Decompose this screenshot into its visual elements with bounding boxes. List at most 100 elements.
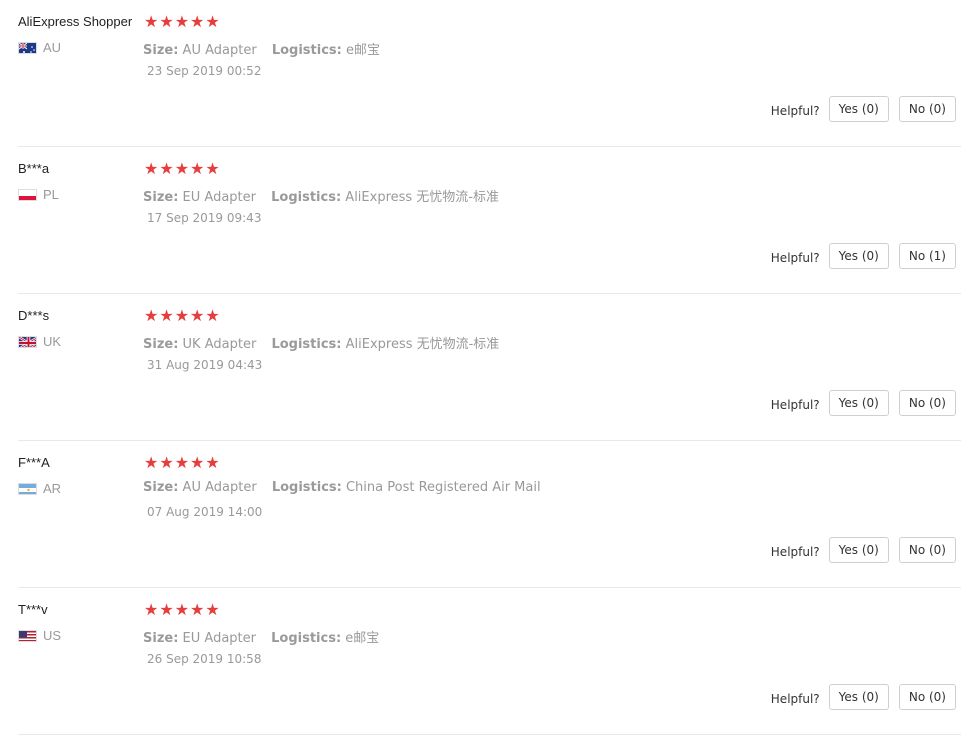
star-rating: ★ ★ ★ ★ ★ xyxy=(144,307,220,325)
review-date: 26 Sep 2019 10:58 xyxy=(147,652,262,666)
helpful-no-button[interactable]: No (0) xyxy=(898,390,956,416)
star-rating: ★ ★ ★ ★ ★ xyxy=(144,601,220,619)
size-value: AU Adapter xyxy=(182,480,257,495)
review-meta: Size: EU Adapter Logistics: e邮宝 xyxy=(143,627,390,646)
country-code: PL xyxy=(43,187,59,202)
helpful-label: Helpful? xyxy=(770,104,820,118)
country-code: US xyxy=(43,628,62,643)
review-list: AliExpress Shopper AU ★ ★ ★ ★ ★ Size: AU Ada… xyxy=(0,0,975,735)
helpful-vote: Helpful? Yes (0) No (1) xyxy=(771,243,956,269)
logistics-value: e邮宝 xyxy=(345,631,380,646)
reviewer-name: D***s xyxy=(18,308,50,323)
review-meta: Size: UK Adapter Logistics: AliExpress 无… xyxy=(143,333,510,352)
star-icon: ★ xyxy=(159,453,174,472)
star-icon: ★ xyxy=(190,12,205,31)
helpful-no-button[interactable]: No (0) xyxy=(898,684,956,710)
size-label: Size: xyxy=(143,43,179,58)
star-icon: ★ xyxy=(174,159,190,178)
reviewer-country: PL xyxy=(18,187,59,202)
logistics-label: Logistics: xyxy=(271,190,342,205)
helpful-yes-button[interactable]: Yes (0) xyxy=(828,390,889,416)
review-meta: Size: AU Adapter Logistics: e邮宝 xyxy=(143,39,391,58)
star-icon: ★ xyxy=(174,12,190,31)
star-rating: ★ ★ ★ ★ ★ xyxy=(144,13,220,31)
review-meta: Size: EU Adapter Logistics: AliExpress 无… xyxy=(143,186,510,205)
star-icon: ★ xyxy=(159,159,174,178)
size-label: Size: xyxy=(143,631,179,646)
reviewer-country: UK xyxy=(18,334,61,349)
star-rating: ★ ★ ★ ★ ★ xyxy=(144,160,220,178)
pl-flag-icon xyxy=(18,188,37,201)
logistics-label: Logistics: xyxy=(271,337,342,352)
star-icon: ★ xyxy=(144,159,159,178)
star-icon: ★ xyxy=(205,453,220,472)
helpful-label: Helpful? xyxy=(770,545,820,559)
star-icon: ★ xyxy=(205,600,220,619)
size-value: EU Adapter xyxy=(182,631,256,646)
logistics-label: Logistics: xyxy=(271,631,342,646)
review-item: F***A AR ★ ★ ★ ★ ★ Size: AU Adapter Logistic… xyxy=(0,441,975,588)
helpful-yes-button[interactable]: Yes (0) xyxy=(828,96,889,122)
star-icon: ★ xyxy=(190,600,205,619)
star-icon: ★ xyxy=(190,453,205,472)
size-label: Size: xyxy=(143,337,179,352)
logistics-value: China Post Registered Air Mail xyxy=(345,480,541,495)
star-icon: ★ xyxy=(159,600,174,619)
country-code: AU xyxy=(43,40,62,55)
reviewer-name: T***v xyxy=(18,602,48,617)
review-date: 31 Aug 2019 04:43 xyxy=(147,358,263,372)
logistics-label: Logistics: xyxy=(271,43,342,58)
reviewer-name: B***a xyxy=(18,161,50,176)
helpful-yes-button[interactable]: Yes (0) xyxy=(828,243,889,269)
helpful-yes-button[interactable]: Yes (0) xyxy=(828,684,889,710)
size-value: UK Adapter xyxy=(182,337,257,352)
helpful-no-button[interactable]: No (0) xyxy=(898,96,956,122)
review-item: B***a PL ★ ★ ★ ★ ★ Size: EU Adapter Logistic… xyxy=(0,147,975,294)
star-icon: ★ xyxy=(159,306,174,325)
helpful-no-button[interactable]: No (1) xyxy=(898,243,956,269)
helpful-yes-button[interactable]: Yes (0) xyxy=(828,537,889,563)
helpful-vote: Helpful? Yes (0) No (0) xyxy=(771,96,956,122)
star-icon: ★ xyxy=(174,306,190,325)
size-label: Size: xyxy=(143,480,179,495)
logistics-value: AliExpress 无忧物流-标准 xyxy=(345,190,499,205)
star-icon: ★ xyxy=(144,306,159,325)
helpful-label: Helpful? xyxy=(770,398,820,412)
size-value: AU Adapter xyxy=(182,43,257,58)
reviewer-country: US xyxy=(18,628,61,643)
review-item: T***v US ★ ★ ★ ★ ★ Size: EU Adapter Logistic… xyxy=(0,588,975,735)
country-code: AR xyxy=(43,481,62,496)
helpful-vote: Helpful? Yes (0) No (0) xyxy=(771,537,956,563)
country-code: UK xyxy=(43,334,62,349)
reviewer-name: AliExpress Shopper xyxy=(18,14,133,29)
star-icon: ★ xyxy=(144,453,159,472)
star-icon: ★ xyxy=(205,12,220,31)
reviewer-name: F***A xyxy=(18,455,50,470)
size-label: Size: xyxy=(143,190,179,205)
review-date: 23 Sep 2019 00:52 xyxy=(147,64,262,78)
logistics-value: AliExpress 无忧物流-标准 xyxy=(345,337,500,352)
star-icon: ★ xyxy=(159,12,174,31)
reviewer-country: AR xyxy=(18,481,61,496)
star-icon: ★ xyxy=(174,453,190,472)
star-icon: ★ xyxy=(190,159,205,178)
reviewer-country: AU xyxy=(18,40,61,55)
review-item: D***s UK ★ ★ ★ ★ ★ Size: UK Adapter Logistic… xyxy=(0,294,975,441)
helpful-label: Helpful? xyxy=(770,251,820,265)
review-date: 07 Aug 2019 14:00 xyxy=(147,505,263,519)
us-flag-icon xyxy=(18,629,37,642)
review-meta: Size: AU Adapter Logistics: China Post R… xyxy=(143,480,552,495)
helpful-no-button[interactable]: No (0) xyxy=(898,537,956,563)
size-value: EU Adapter xyxy=(182,190,256,205)
star-icon: ★ xyxy=(174,600,190,619)
star-icon: ★ xyxy=(205,159,220,178)
logistics-value: e邮宝 xyxy=(345,43,380,58)
review-date: 17 Sep 2019 09:43 xyxy=(147,211,262,225)
star-rating: ★ ★ ★ ★ ★ xyxy=(144,454,220,472)
star-icon: ★ xyxy=(190,306,205,325)
helpful-vote: Helpful? Yes (0) No (0) xyxy=(771,684,956,710)
helpful-label: Helpful? xyxy=(770,692,820,706)
uk-flag-icon xyxy=(18,335,37,348)
au-flag-icon xyxy=(18,41,37,54)
review-item: AliExpress Shopper AU ★ ★ ★ ★ ★ Size: AU Ada… xyxy=(0,0,975,147)
